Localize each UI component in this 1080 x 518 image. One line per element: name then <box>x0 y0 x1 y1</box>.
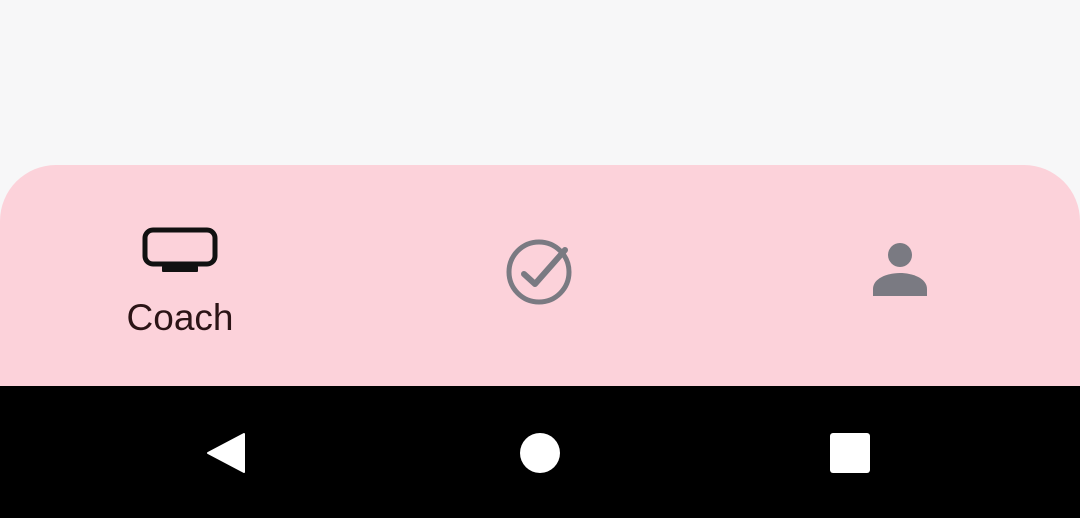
person-icon <box>873 243 927 296</box>
check-circle-icon <box>506 239 572 305</box>
back-icon[interactable] <box>204 432 246 474</box>
nav-item-coach-label: Coach <box>126 297 234 338</box>
nav-item-checklist[interactable] <box>360 165 720 386</box>
system-navigation-bar <box>0 386 1080 518</box>
nav-item-profile[interactable] <box>720 165 1080 386</box>
tv-icon <box>142 227 218 272</box>
content-area <box>0 0 1080 170</box>
bottom-navigation-bar: Coach <box>0 165 1080 386</box>
nav-item-coach[interactable]: Coach <box>0 165 360 386</box>
recents-icon[interactable] <box>829 432 871 474</box>
home-icon[interactable] <box>519 432 561 474</box>
